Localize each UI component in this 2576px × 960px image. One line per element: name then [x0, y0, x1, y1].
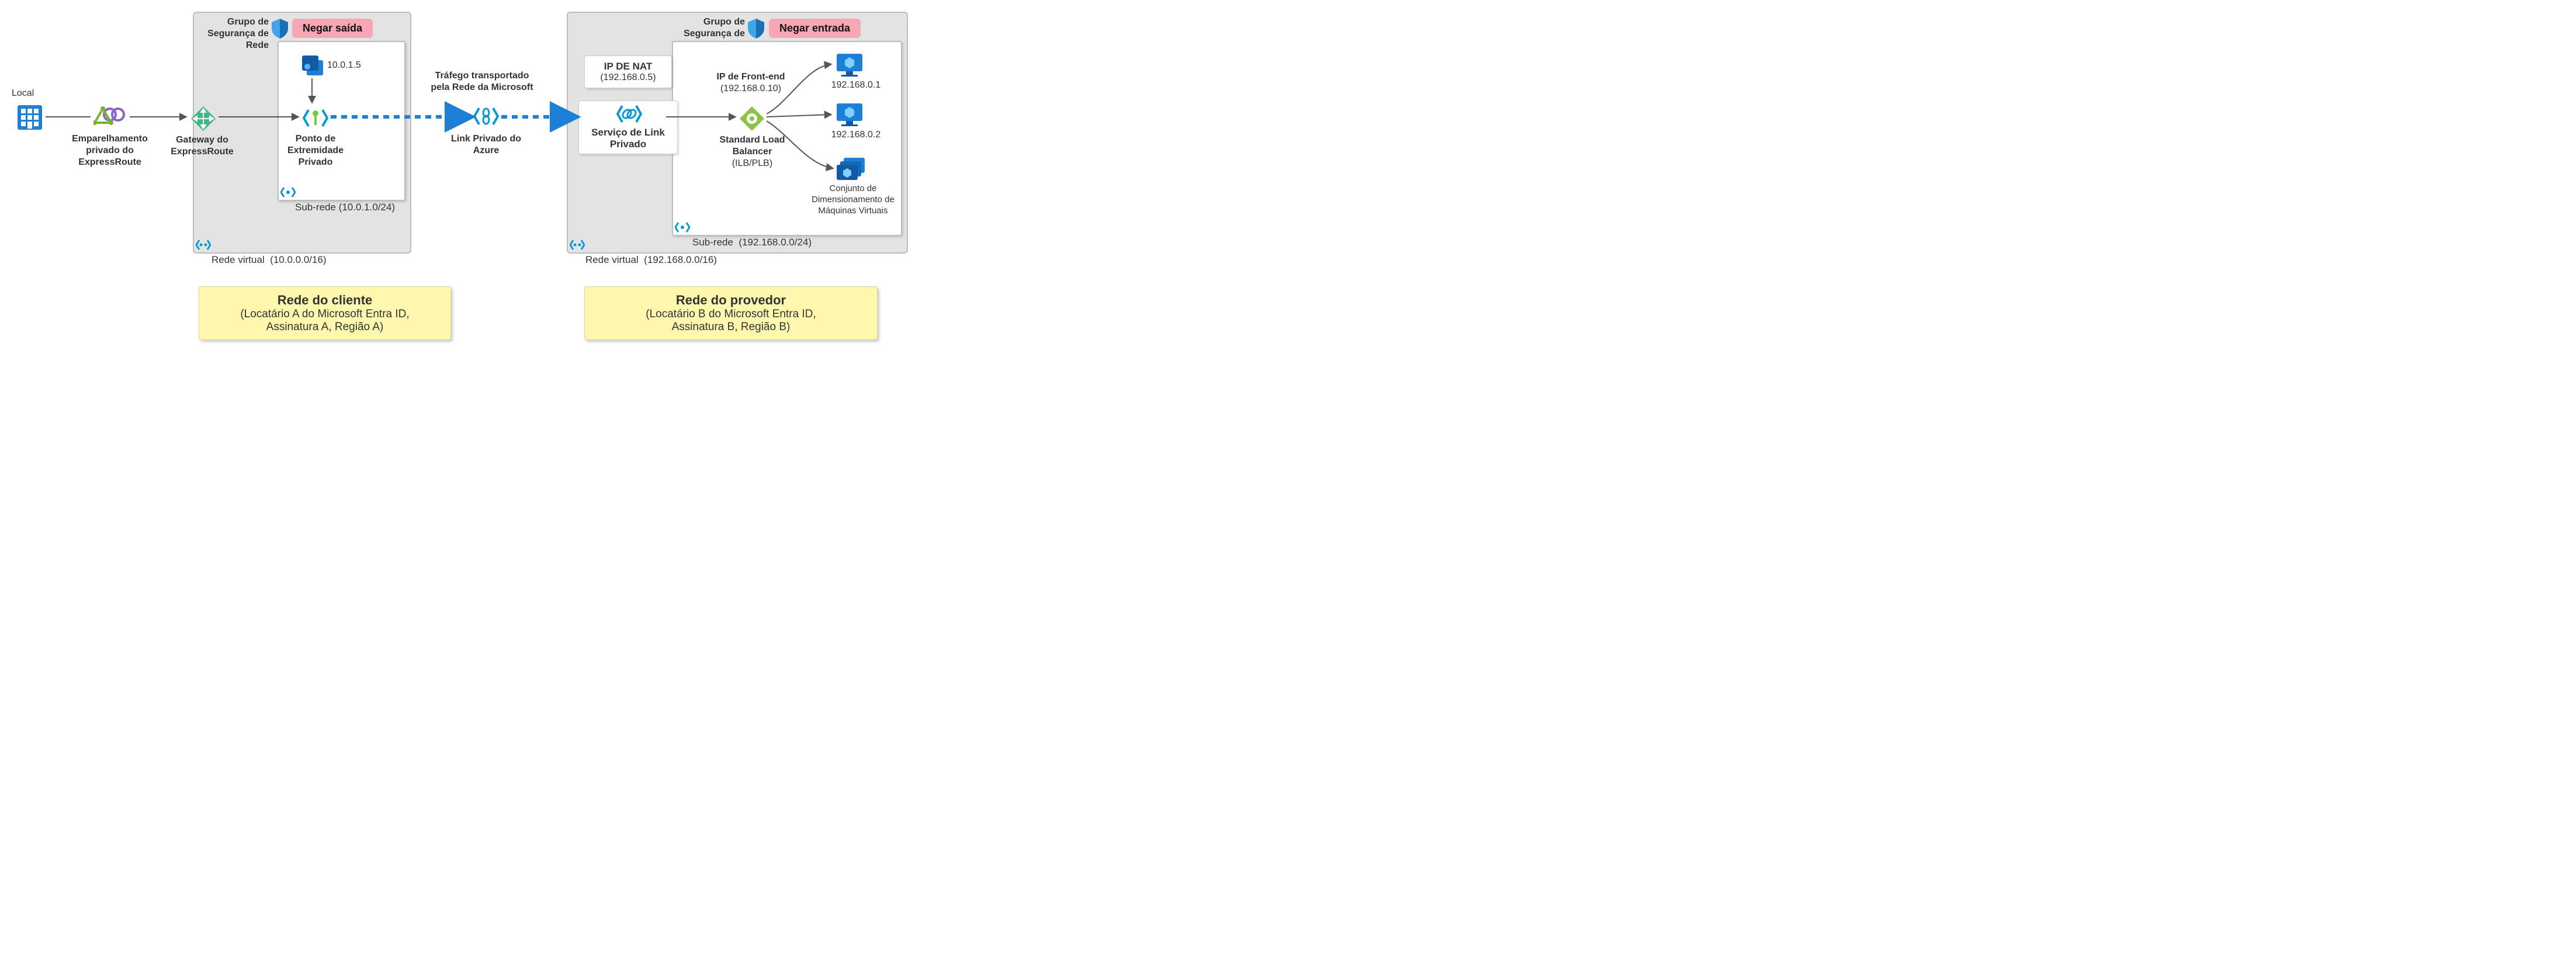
- subnet-text: Sub-rede: [692, 237, 733, 248]
- shield-icon: [271, 18, 289, 39]
- subnet-text: Sub-rede: [295, 202, 336, 213]
- customer-title: Rede do cliente: [217, 293, 433, 308]
- nic-ip-label: 10.0.1.5: [327, 60, 374, 71]
- nat-ip-box: IP DE NAT (192.168.0.5): [584, 56, 672, 88]
- vnet-cidr: (192.168.0.0/16): [644, 254, 717, 265]
- local-label: Local: [12, 88, 47, 99]
- load-balancer-icon: [739, 105, 765, 132]
- vm-icon: [835, 53, 864, 77]
- nic-icon: [301, 56, 324, 77]
- vnet-icon: [570, 238, 585, 251]
- vm-icon: [835, 102, 864, 127]
- customer-sub2: Assinatura A, Região A): [217, 321, 433, 334]
- vnet-cidr: (10.0.0.0/16): [270, 254, 326, 265]
- private-link-label: Link Privado do Azure: [451, 133, 521, 157]
- backbone-label: Tráfego transportado pela Rede da Micros…: [421, 70, 543, 93]
- private-endpoint-icon: [303, 106, 328, 130]
- customer-region-box: Rede do cliente (Locatário A do Microsof…: [199, 286, 451, 340]
- vnet-icon: [280, 186, 296, 199]
- expressroute-gateway-icon: [190, 105, 217, 132]
- vmss-label: Conjunto de Dimensionamento de Máquinas …: [806, 183, 900, 216]
- subnet-provider-label: Sub-rede (192.168.0.0/24): [692, 236, 844, 248]
- peering-label: Emparelhamento privado do ExpressRoute: [63, 133, 157, 168]
- private-link-icon: [473, 103, 499, 129]
- backbone-top: Tráfego transportado: [421, 70, 543, 82]
- customer-sub1: (Locatário A do Microsoft Entra ID,: [217, 308, 433, 321]
- vnet-provider-label: Rede virtual (192.168.0.0/16): [585, 254, 749, 266]
- vmss-icon: [837, 157, 866, 182]
- deny-inbound-badge: Negar entrada: [769, 19, 861, 38]
- provider-title: Rede do provedor: [602, 293, 859, 308]
- provider-sub2: Assinatura B, Região B): [602, 321, 859, 334]
- subnet-cidr: (192.168.0.0/24): [739, 237, 812, 248]
- expressroute-peering-icon: [93, 105, 129, 129]
- provider-region-box: Rede do provedor (Locatário B do Microso…: [584, 286, 878, 340]
- nat-value: (192.168.0.5): [593, 72, 663, 83]
- backbone-bot: pela Rede da Microsoft: [421, 82, 543, 93]
- slb-title: Standard Load Balancer: [707, 134, 798, 158]
- pls-title: Serviço de Link Privado: [587, 127, 669, 150]
- nat-title: IP DE NAT: [593, 61, 663, 72]
- slb-label: Standard Load Balancer (ILB/PLB): [707, 134, 798, 169]
- subnet-cidr: (10.0.1.0/24): [339, 202, 395, 213]
- provider-sub1: (Locatário B do Microsoft Entra ID,: [602, 308, 859, 321]
- gateway-label: Gateway do ExpressRoute: [167, 134, 237, 158]
- vm2-ip: 192.168.0.2: [827, 129, 885, 141]
- building-icon: [16, 104, 43, 131]
- pls-box: Serviço de Link Privado: [578, 100, 678, 154]
- vnet-text: Rede virtual: [212, 254, 265, 265]
- vnet-icon: [196, 238, 211, 251]
- vnet-text: Rede virtual: [585, 254, 639, 265]
- shield-icon: [747, 18, 765, 39]
- nsg-customer-label: Grupo de Segurança de Rede: [199, 16, 269, 51]
- private-endpoint-label: Ponto de Extremidade Privado: [280, 133, 351, 168]
- subnet-customer-label: Sub-rede (10.0.1.0/24): [295, 201, 412, 213]
- deny-outbound-badge: Negar saída: [292, 19, 373, 38]
- vnet-icon: [675, 221, 690, 234]
- private-link-service-icon: [616, 103, 698, 124]
- vnet-customer-label: Rede virtual (10.0.0.0/16): [212, 254, 363, 266]
- frontend-ip-box: IP de Front-end (192.168.0.10): [704, 71, 798, 95]
- slb-sub: (ILB/PLB): [707, 158, 798, 169]
- vm1-ip: 192.168.0.1: [827, 79, 885, 91]
- frontend-title: IP de Front-end: [704, 71, 798, 83]
- frontend-value: (192.168.0.10): [704, 83, 798, 95]
